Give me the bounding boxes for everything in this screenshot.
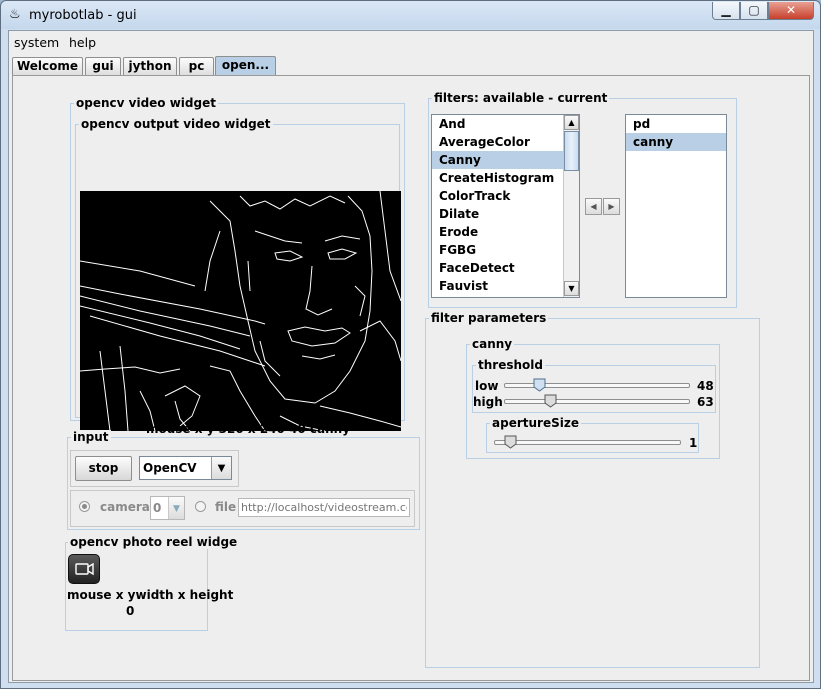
available-filter-item[interactable]: Canny	[432, 151, 579, 169]
tab-panel: opencv video widget opencv output video …	[12, 75, 810, 681]
aperture-panel: apertureSize	[486, 416, 699, 453]
input-title: input	[71, 430, 111, 444]
menu-help[interactable]: help	[69, 35, 96, 50]
available-filter-item[interactable]: AverageColor	[432, 133, 579, 151]
aperture-slider-thumb[interactable]	[504, 435, 517, 449]
remove-filter-button[interactable]: ◀	[585, 198, 602, 215]
edge-image	[80, 191, 401, 431]
photo-reel-title: opencv photo reel widge	[68, 535, 240, 549]
source-select-value: OpenCV	[143, 461, 197, 475]
high-slider-thumb[interactable]	[544, 394, 557, 408]
available-filter-item[interactable]: FGBG	[432, 241, 579, 259]
file-radio[interactable]	[195, 501, 206, 512]
low-value: 48	[697, 379, 714, 393]
current-filters-list[interactable]: pd canny	[625, 114, 727, 298]
chevron-down-icon: ▼	[173, 504, 180, 514]
threshold-panel: threshold	[472, 358, 716, 413]
high-label: high	[473, 395, 503, 409]
photo-reel-value: 0	[126, 604, 135, 618]
scroll-down-button[interactable]: ▼	[564, 281, 579, 296]
high-slider-track[interactable]	[504, 399, 690, 404]
file-url-input[interactable]	[238, 498, 410, 517]
filters-title: filters: available - current	[432, 91, 610, 105]
scroll-thumb[interactable]	[564, 131, 579, 171]
video-camera-icon	[75, 562, 94, 576]
menu-bar: system help	[9, 31, 813, 53]
chevron-left-icon: ◀	[590, 202, 597, 211]
camera-label: camera	[100, 500, 150, 514]
maximize-button[interactable]: ▢	[740, 2, 768, 20]
canny-params-title: canny	[470, 337, 515, 351]
available-filter-item[interactable]: And	[432, 115, 579, 133]
low-slider-track[interactable]	[504, 383, 690, 388]
threshold-title: threshold	[476, 358, 545, 372]
available-filter-item[interactable]: Dilate	[432, 205, 579, 223]
current-filter-item[interactable]: pd	[626, 115, 726, 133]
low-slider-thumb[interactable]	[533, 378, 546, 392]
aperture-value: 1	[689, 436, 698, 450]
close-button[interactable]: ✕	[768, 2, 814, 20]
app-window: ♨ myrobotlab - gui ▁ ▢ ✕ system help Wel…	[0, 0, 821, 689]
chevron-down-icon: ▼	[217, 463, 226, 474]
tab-pc[interactable]: pc	[179, 57, 214, 76]
available-filter-item[interactable]: Erode	[432, 223, 579, 241]
low-label: low	[475, 379, 499, 393]
client-area: system help Welcome gui jython pc open..…	[8, 30, 814, 683]
available-filter-item[interactable]: CreateHistogram	[432, 169, 579, 187]
source-select-arrow[interactable]: ▼	[211, 457, 231, 479]
stop-button[interactable]: stop	[75, 456, 132, 481]
camera-index-select[interactable]: 0 ▼	[150, 496, 185, 520]
scroll-up-button[interactable]: ▲	[564, 115, 579, 130]
high-value: 63	[697, 395, 714, 409]
available-filter-item[interactable]: Fauvist	[432, 277, 579, 295]
window-title: myrobotlab - gui	[29, 8, 137, 23]
chevron-up-icon: ▲	[568, 118, 575, 127]
title-bar[interactable]: ♨ myrobotlab - gui ▁ ▢ ✕	[1, 1, 820, 29]
source-select[interactable]: OpenCV ▼	[139, 456, 232, 480]
current-filter-item[interactable]: canny	[626, 133, 726, 151]
video-display[interactable]	[80, 191, 401, 431]
aperture-title: apertureSize	[490, 416, 581, 430]
menu-system[interactable]: system	[14, 35, 59, 50]
filter-parameters-title: filter parameters	[429, 311, 549, 325]
tab-opencv[interactable]: open...	[215, 56, 276, 76]
chevron-down-icon: ▼	[568, 284, 575, 293]
camera-snapshot-button[interactable]	[68, 554, 100, 584]
tab-jython[interactable]: jython	[123, 57, 177, 76]
video-status-text: mouse x y 320 x 240 40 canny	[146, 422, 351, 436]
available-filters-scrollbar[interactable]: ▲ ▼	[563, 115, 579, 297]
output-video-title: opencv output video widget	[79, 117, 273, 131]
chevron-right-icon: ▶	[608, 202, 615, 211]
java-app-icon: ♨	[9, 7, 21, 22]
camera-radio[interactable]	[79, 501, 90, 512]
camera-index-arrow[interactable]: ▼	[168, 497, 184, 519]
available-filter-item[interactable]: FaceDetect	[432, 259, 579, 277]
file-label: file	[215, 500, 237, 514]
video-widget-title: opencv video widget	[74, 96, 218, 110]
tab-gui[interactable]: gui	[85, 57, 121, 76]
camera-index-value: 0	[153, 501, 162, 515]
available-filter-item[interactable]: ColorTrack	[432, 187, 579, 205]
available-filters-list[interactable]: And AverageColor Canny CreateHistogram Color…	[431, 114, 580, 298]
add-filter-button[interactable]: ▶	[603, 198, 620, 215]
minimize-button[interactable]: ▁	[712, 2, 740, 20]
photo-reel-caption: mouse x ywidth x height	[67, 588, 234, 602]
aperture-slider-track[interactable]	[494, 440, 681, 445]
radio-dot-icon	[82, 504, 87, 509]
tab-welcome[interactable]: Welcome	[12, 57, 83, 76]
